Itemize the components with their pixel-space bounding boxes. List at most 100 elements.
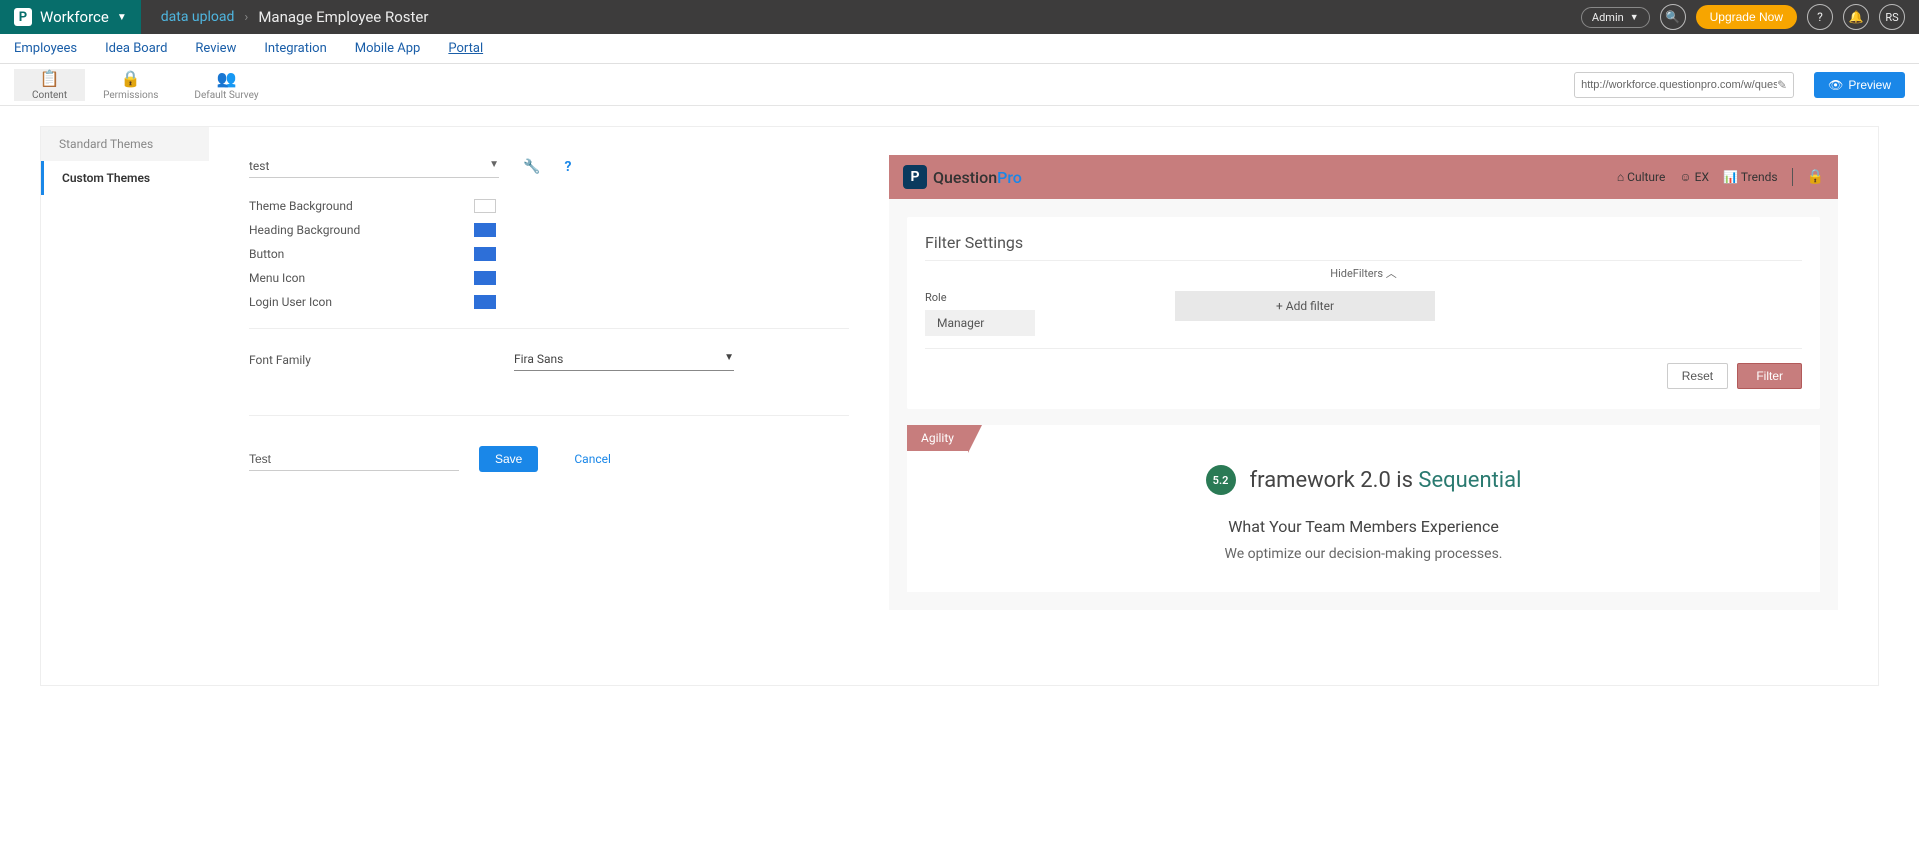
clipboard-icon: 📋 (40, 69, 60, 88)
theme-name-input[interactable] (249, 448, 459, 471)
divider (925, 348, 1802, 349)
eye-icon: 👁 (1828, 78, 1843, 92)
label-heading-bg: Heading Background (249, 223, 474, 237)
nav-ex[interactable]: ☺EX (1679, 170, 1709, 184)
nav-integration[interactable]: Integration (264, 36, 326, 61)
preview-logo: P QuestionPro (903, 165, 1022, 189)
filter-button[interactable]: Filter (1737, 363, 1802, 389)
theme-tabs: Standard Themes Custom Themes (41, 127, 209, 685)
user-avatar[interactable]: RS (1879, 4, 1905, 30)
role-label: Role (925, 291, 1035, 304)
nav-mobile-app[interactable]: Mobile App (355, 36, 421, 61)
swatch-heading-bg[interactable] (474, 223, 496, 237)
swatch-login-icon[interactable] (474, 295, 496, 309)
label-button: Button (249, 247, 474, 261)
topbar-right: Admin ▼ 🔍 Upgrade Now ? 🔔 RS (1581, 4, 1919, 30)
notifications-button[interactable]: 🔔 (1843, 4, 1869, 30)
nav-idea-board[interactable]: Idea Board (105, 36, 167, 61)
main-wrap: Standard Themes Custom Themes test ▼ 🔧 ?… (0, 106, 1919, 706)
reset-button[interactable]: Reset (1667, 363, 1728, 389)
main-panel: Standard Themes Custom Themes test ▼ 🔧 ?… (40, 126, 1879, 686)
help-button[interactable]: ? (1807, 4, 1833, 30)
cancel-link[interactable]: Cancel (574, 452, 611, 466)
label-theme-bg: Theme Background (249, 199, 474, 213)
filter-role-col: Role Manager (925, 291, 1035, 336)
settings-area: test ▼ 🔧 ? Theme Background Heading Back… (209, 127, 1878, 685)
headline-row: 5.2 framework 2.0 is Sequential (907, 425, 1820, 495)
filter-settings-title: Filter Settings (925, 233, 1802, 252)
swatch-theme-bg[interactable] (474, 199, 496, 213)
font-family-value: Fira Sans (514, 352, 563, 366)
tab-custom-themes[interactable]: Custom Themes (41, 161, 209, 195)
divider (249, 415, 849, 416)
agility-section: Agility 5.2 framework 2.0 is Sequential … (907, 425, 1820, 592)
toolbar-content-label: Content (32, 90, 67, 101)
help-icon[interactable]: ? (564, 159, 571, 175)
font-family-select[interactable]: Fira Sans ▼ (514, 348, 734, 371)
admin-dropdown[interactable]: Admin ▼ (1581, 7, 1650, 28)
nav-trends[interactable]: 📊Trends (1723, 170, 1778, 184)
theme-select-value: test (249, 159, 269, 173)
toolbar-default-survey-label: Default Survey (194, 90, 258, 101)
preview-logo-icon: P (903, 165, 927, 189)
row-button: Button (249, 242, 849, 266)
url-box: ✎ (1574, 72, 1794, 98)
subheading: What Your Team Members Experience (907, 517, 1820, 536)
chevron-down-icon: ▼ (1630, 12, 1639, 23)
toolbar-permissions[interactable]: 🔒 Permissions (85, 69, 176, 101)
headline-text: framework 2.0 is Sequential (1250, 468, 1522, 493)
question-icon: ? (1817, 10, 1823, 24)
nav-employees[interactable]: Employees (14, 36, 77, 61)
bell-icon: 🔔 (1849, 10, 1864, 24)
score-badge: 5.2 (1206, 465, 1236, 495)
nav-separator (1792, 168, 1793, 186)
add-filter-button[interactable]: + Add filter (1175, 291, 1435, 321)
lock-icon[interactable]: 🔒 (1807, 169, 1824, 185)
preview-logo-text: QuestionPro (933, 168, 1022, 187)
nav-portal[interactable]: Portal (448, 36, 483, 61)
toolbar-permissions-label: Permissions (103, 90, 158, 101)
tab-standard-themes[interactable]: Standard Themes (41, 127, 209, 161)
label-font-family: Font Family (249, 353, 514, 367)
theme-select[interactable]: test ▼ (249, 155, 499, 178)
breadcrumb: data upload › Manage Employee Roster (141, 8, 429, 26)
swatch-button[interactable] (474, 247, 496, 261)
label-menu-icon: Menu Icon (249, 271, 474, 285)
wrench-icon[interactable]: 🔧 (523, 159, 540, 175)
save-button[interactable]: Save (479, 446, 538, 472)
breadcrumb-separator-icon: › (244, 10, 248, 25)
filter-actions: Reset Filter (925, 363, 1802, 389)
settings-form: test ▼ 🔧 ? Theme Background Heading Back… (249, 155, 849, 665)
url-input[interactable] (1581, 79, 1777, 91)
upgrade-button[interactable]: Upgrade Now (1696, 5, 1797, 29)
swatch-menu-icon[interactable] (474, 271, 496, 285)
search-icon: 🔍 (1665, 10, 1680, 24)
role-chip[interactable]: Manager (925, 310, 1035, 336)
toolbar-default-survey[interactable]: 👥 Default Survey (176, 69, 276, 101)
logo-question: Question (933, 168, 997, 187)
nav-culture[interactable]: ⌂Culture (1617, 170, 1665, 184)
search-button[interactable]: 🔍 (1660, 4, 1686, 30)
sub-toolbar: 📋 Content 🔒 Permissions 👥 Default Survey… (0, 64, 1919, 106)
chevron-down-icon: ▼ (117, 12, 127, 23)
admin-label: Admin (1592, 11, 1624, 24)
toolbar-content[interactable]: 📋 Content (14, 69, 85, 101)
brand-name: Workforce (40, 8, 109, 26)
preview-button[interactable]: 👁 Preview (1814, 72, 1905, 98)
home-icon: ⌂ (1617, 170, 1624, 184)
agility-tag: Agility (907, 425, 968, 451)
breadcrumb-link[interactable]: data upload (161, 9, 235, 25)
nav-review[interactable]: Review (195, 36, 236, 61)
chevron-down-icon: ▼ (724, 352, 734, 366)
filter-row: Role Manager + Add filter (925, 291, 1802, 336)
row-theme-background: Theme Background (249, 194, 849, 218)
description: We optimize our decision-making processe… (907, 546, 1820, 562)
hide-filters-toggle[interactable]: HideFilters ︿ (925, 265, 1802, 281)
pencil-icon[interactable]: ✎ (1777, 78, 1787, 92)
preview-header: P QuestionPro ⌂Culture ☺EX 📊Trends 🔒 (889, 155, 1838, 199)
preview-nav: ⌂Culture ☺EX 📊Trends 🔒 (1617, 168, 1824, 186)
filter-settings-card: Filter Settings HideFilters ︿ Role Manag… (907, 217, 1820, 409)
brand-dropdown[interactable]: P Workforce ▼ (0, 0, 141, 34)
lock-icon: 🔒 (121, 69, 141, 88)
divider (249, 328, 849, 329)
